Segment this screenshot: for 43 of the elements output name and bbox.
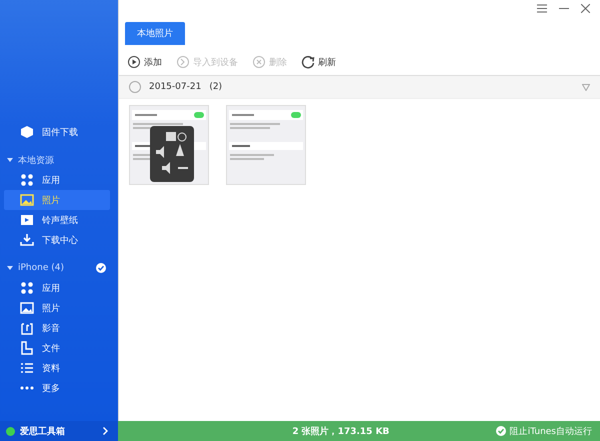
- photo-icon: [20, 301, 34, 315]
- add-icon: [127, 55, 141, 69]
- media-icon: [20, 321, 34, 335]
- tab[interactable]: 本地照片: [125, 22, 185, 45]
- status-dot: [6, 426, 15, 436]
- expand-icon[interactable]: [7, 265, 13, 271]
- sidebar-item[interactable]: 影音: [4, 318, 110, 338]
- section-header[interactable]: iPhone (4): [0, 258, 118, 278]
- chevron-icon[interactable]: [103, 427, 108, 435]
- sidebar-item[interactable]: 照片: [4, 298, 110, 318]
- import-icon: [176, 55, 190, 69]
- delete-icon: [252, 55, 266, 69]
- date-label: 2015-07-21: [149, 82, 202, 92]
- select-checkbox[interactable]: [129, 81, 141, 93]
- box-icon: [20, 125, 34, 139]
- refresh-icon: [301, 55, 315, 69]
- file-icon: [20, 341, 34, 355]
- sidebar-item[interactable]: 铃声壁纸: [4, 210, 110, 230]
- download-icon: [20, 233, 34, 247]
- photo-icon: [20, 193, 34, 207]
- count-label: (2): [209, 82, 222, 92]
- list-icon: [20, 361, 34, 375]
- sidebar-item[interactable]: 文件: [4, 338, 110, 358]
- film-icon: [20, 213, 34, 227]
- sidebar-item[interactable]: 下载中心: [4, 230, 110, 250]
- check-icon: [496, 426, 506, 436]
- sidebar-item[interactable]: 应用: [4, 170, 110, 190]
- sidebar-item[interactable]: 应用: [4, 278, 110, 298]
- close-icon[interactable]: [581, 4, 590, 13]
- section-header[interactable]: 本地资源: [0, 150, 118, 170]
- section-title: iPhone (4): [18, 263, 65, 273]
- menu-icon[interactable]: [537, 4, 547, 13]
- apps-icon: [20, 281, 34, 295]
- summary-text: 2 张照片，173.15 KB: [291, 425, 390, 438]
- section-title: 本地资源: [18, 154, 55, 166]
- sidebar-item[interactable]: 更多: [4, 378, 110, 398]
- toolbar-button[interactable]: 添加: [127, 55, 162, 69]
- sidebar-item[interactable]: 固件下载: [4, 122, 110, 142]
- expand-icon[interactable]: [7, 157, 13, 163]
- sidebar-item[interactable]: 照片: [4, 190, 110, 210]
- toolbar-button[interactable]: 刷新: [301, 55, 336, 69]
- apps-icon: [20, 173, 34, 187]
- sidebar-item[interactable]: 资料: [4, 358, 110, 378]
